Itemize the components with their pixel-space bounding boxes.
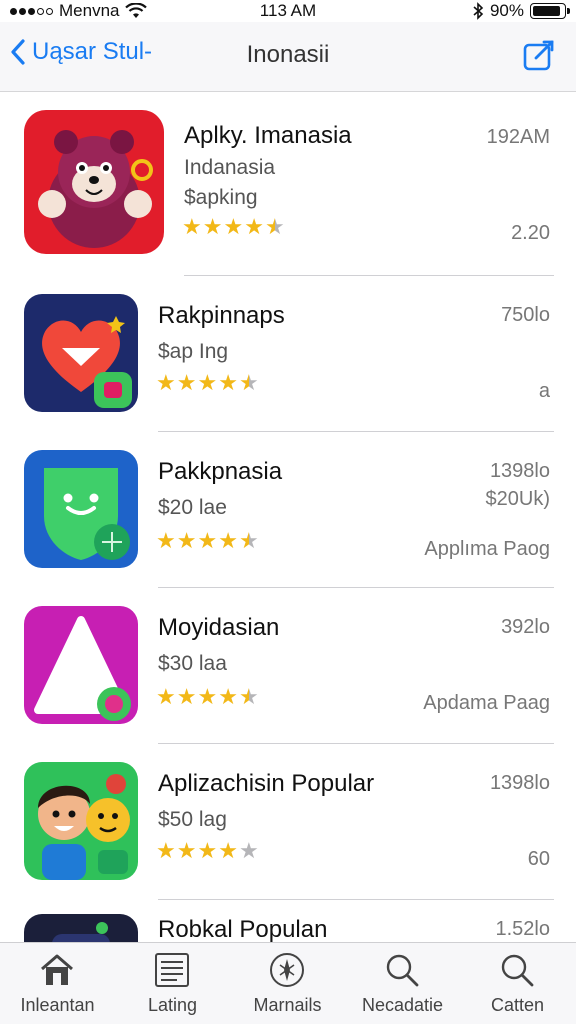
heart-app-icon: [24, 294, 138, 412]
compose-icon[interactable]: [522, 38, 556, 72]
star-full-icon: ★: [223, 214, 244, 239]
app-name: Aplizachisin Popular: [158, 770, 375, 797]
home-icon: [41, 954, 73, 985]
star-full-icon: ★: [182, 214, 202, 239]
battery-percent: 90%: [489, 1, 524, 20]
star-full-icon: ★: [176, 528, 197, 553]
triangle-app-icon: [24, 606, 138, 724]
tab-compass[interactable]: Marnails: [230, 943, 345, 1024]
tab-label: Inleantan: [20, 995, 95, 1015]
app-subtitle: Indanasia: [184, 156, 276, 179]
star-full-icon: ★: [197, 370, 218, 395]
app-name: Rakpinnaps: [158, 302, 285, 329]
star-half-icon: ★: [238, 684, 259, 709]
star-rating: ★ ★ ★ ★ ★: [182, 216, 285, 238]
star-rating: ★ ★ ★ ★ ★: [156, 530, 259, 552]
bear-app-icon: [24, 110, 164, 254]
tab-label: Marnails: [253, 995, 322, 1015]
star-full-icon: ★: [156, 370, 176, 395]
search-icon: [501, 954, 534, 987]
list-icon: [155, 953, 189, 987]
app-meta-bottom: Apdama Paag: [423, 692, 550, 714]
star-full-icon: ★: [176, 370, 197, 395]
star-rating: ★ ★ ★ ★ ★: [156, 686, 259, 708]
tab-list[interactable]: Lating: [115, 943, 230, 1024]
star-half-icon: ★: [264, 214, 285, 239]
star-half-icon: ★: [238, 370, 259, 395]
list-item-app-5[interactable]: Aplizachisin Popular $50 lag ★ ★ ★ ★ ★ 1398l…: [0, 744, 576, 900]
app-meta-top: 750lo: [501, 304, 550, 326]
star-full-icon: ★: [156, 838, 176, 863]
star-full-icon: ★: [156, 684, 176, 709]
app-meta-bottom: 60: [527, 848, 550, 870]
app-price: $ap Ing: [158, 340, 229, 363]
app-meta-top: 192AM: [486, 126, 550, 148]
star-full-icon: ★: [197, 838, 218, 863]
star-full-icon: ★: [244, 214, 264, 239]
tab-label: Lating: [147, 995, 198, 1015]
battery-fill: [533, 6, 560, 16]
app-list: Aplky. Imanasia Indanasia $apking ★ ★ ★ ★ ★ …: [0, 92, 576, 942]
star-full-icon: ★: [156, 528, 176, 553]
app-price: $apking: [184, 186, 258, 209]
app-meta-mid: $20Uk): [485, 488, 550, 510]
tab-label: Catten: [490, 995, 545, 1015]
app-meta-top: 1398lo: [489, 772, 550, 794]
star-empty-icon: ★: [238, 838, 259, 863]
star-full-icon: ★: [176, 684, 197, 709]
star-rating: ★ ★ ★ ★ ★: [156, 840, 259, 862]
chat-app-icon: [24, 450, 138, 568]
list-item-app-4[interactable]: Moyidasian $30 laa ★ ★ ★ ★ ★ 392lo Apdama Pa…: [0, 588, 576, 744]
star-half-icon: ★: [238, 528, 259, 553]
app-meta-bottom: 2.20: [511, 222, 550, 244]
battery-icon: [530, 3, 570, 19]
tab-bar: Inleantan Lating Marnails Necadatie Catt…: [0, 942, 576, 1024]
star-full-icon: ★: [218, 528, 238, 553]
app-meta-top: 392lo: [501, 616, 550, 638]
status-bar: Menvna 113 AM 90%: [0, 0, 576, 22]
star-full-icon: ★: [218, 370, 238, 395]
list-item-app-2[interactable]: Rakpinnaps $ap Ing ★ ★ ★ ★ ★ 750lo a: [0, 276, 576, 432]
cartoon-app-icon: [24, 762, 138, 880]
search-icon: [386, 954, 419, 987]
app-name: Robkal Populan: [158, 916, 328, 942]
app-name: Pakkpnasia: [158, 458, 283, 485]
tab-search[interactable]: Necadatie: [345, 943, 460, 1024]
page-title: Inonasii: [246, 41, 330, 68]
bluetooth-icon: [473, 2, 484, 20]
tab-search-2[interactable]: Catten: [460, 943, 575, 1024]
list-item-app-1[interactable]: Aplky. Imanasia Indanasia $apking ★ ★ ★ ★ ★ …: [0, 92, 576, 276]
navigation-bar: Uąsar Stul- Inonasii: [0, 22, 576, 92]
tab-label: Necadatie: [361, 995, 444, 1015]
app-price: $50 lag: [158, 808, 227, 831]
star-rating: ★ ★ ★ ★ ★: [156, 372, 259, 394]
star-full-icon: ★: [176, 838, 197, 863]
list-item-app-6[interactable]: Robkal Populan 1.52lo: [0, 900, 576, 942]
robot-app-icon: [24, 914, 138, 942]
star-full-icon: ★: [218, 838, 238, 863]
app-name: Aplky. Imanasia: [184, 122, 352, 149]
star-full-icon: ★: [202, 214, 223, 239]
app-price: $30 laa: [158, 652, 227, 675]
app-meta-top: 1.52lo: [495, 918, 551, 940]
app-meta-bottom: a: [538, 380, 550, 402]
star-full-icon: ★: [197, 684, 218, 709]
app-name: Moyidasian: [158, 614, 280, 641]
star-full-icon: ★: [197, 528, 218, 553]
list-item-app-3[interactable]: Pakkpnasia $20 lae ★ ★ ★ ★ ★ 1398lo $20Uk) A…: [0, 432, 576, 588]
app-meta-top: 1398lo: [489, 460, 550, 482]
status-right: 90%: [472, 1, 570, 21]
tab-home[interactable]: Inleantan: [0, 943, 115, 1024]
star-full-icon: ★: [218, 684, 238, 709]
app-meta-bottom: Applıma Paog: [424, 538, 550, 560]
compass-icon: [270, 953, 304, 987]
app-price: $20 lae: [158, 496, 227, 519]
